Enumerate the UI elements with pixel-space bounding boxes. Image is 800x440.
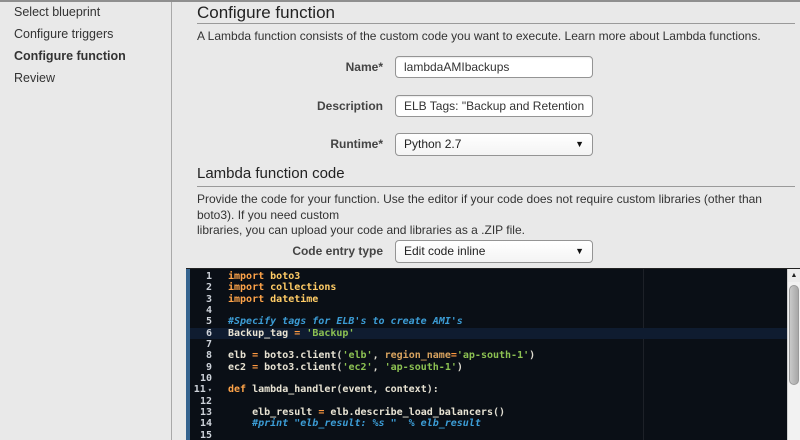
sidebar-item-review[interactable]: Review (0, 68, 171, 90)
fold-arrow-icon[interactable]: ▾ (208, 386, 212, 394)
line-number: 5 (205, 316, 212, 328)
section-divider (197, 23, 795, 24)
code-section-description: Provide the code for your function. Use … (197, 192, 762, 237)
code-text: elb_result = elb.describe_load_balancers… (252, 407, 506, 419)
code-line[interactable]: 8 elb = boto3.client('elb', region_name='… (190, 350, 787, 361)
line-number: 11 ▾ (193, 384, 212, 396)
code-entry-type-select[interactable]: Edit code inline ▼ (395, 240, 593, 263)
runtime-label: Runtime* (330, 137, 383, 151)
line-number: 1 (205, 271, 212, 282)
code-lines[interactable]: 1 import boto3 2 import collections 3 import … (190, 271, 787, 440)
code-line[interactable]: 14 #print "elb_result: %s " % elb_result (190, 418, 787, 429)
sidebar-item-configure-triggers[interactable]: Configure triggers (0, 24, 171, 46)
name-input[interactable] (395, 56, 593, 78)
line-number: 15 (199, 429, 212, 440)
editor-surface[interactable]: 1 import boto3 2 import collections 3 import … (190, 269, 787, 440)
code-text: import boto3 (228, 271, 301, 282)
code-section-title: Lambda function code (197, 165, 345, 182)
page-title: Configure function (197, 3, 335, 22)
code-line[interactable]: 5 #Specify tags for ELB's to create AMI's (190, 316, 787, 327)
code-line[interactable]: 10 (190, 373, 787, 384)
code-line[interactable]: 1 import boto3 (190, 271, 787, 282)
line-number: 8 (205, 350, 212, 362)
main-content: Configure function A Lambda function con… (173, 2, 800, 440)
wizard-sidebar: Select blueprint Configure triggers Conf… (0, 2, 172, 440)
code-line[interactable]: 6 Backup_tag = 'Backup' (190, 327, 787, 340)
editor-scrollbar[interactable]: ▲ (787, 269, 800, 440)
code-entry-type-label: Code entry type (292, 244, 383, 258)
runtime-selected-value: Python 2.7 (404, 137, 462, 151)
code-line[interactable]: 11 ▾ def lambda_handler(event, context): (190, 384, 787, 395)
code-text: import collections (228, 282, 337, 294)
line-number: 3 (205, 293, 212, 305)
sidebar-item-configure-function[interactable]: Configure function (0, 46, 171, 68)
line-number: 13 (199, 407, 212, 419)
code-text: import datetime (228, 293, 319, 305)
code-line[interactable]: 4 (190, 305, 787, 316)
name-label: Name* (345, 60, 383, 74)
code-text: #Specify tags for ELB's to create AMI's (228, 316, 463, 328)
line-number: 6 (205, 327, 212, 339)
code-editor[interactable]: 1 import boto3 2 import collections 3 import … (186, 268, 800, 440)
code-line[interactable]: 2 import collections (190, 282, 787, 293)
code-line[interactable]: 7 (190, 339, 787, 350)
code-line[interactable]: 9 ec2 = boto3.client('ec2', 'ap-south-1') (190, 362, 787, 373)
code-text: Backup_tag = 'Backup' (228, 327, 355, 339)
description-label: Description (316, 99, 383, 113)
sidebar-item-select-blueprint[interactable]: Select blueprint (0, 2, 171, 24)
section-divider (197, 186, 795, 187)
code-line[interactable]: 3 import datetime (190, 294, 787, 305)
code-text: def lambda_handler(event, context): (228, 384, 439, 396)
scrollbar-up-icon[interactable]: ▲ (788, 269, 800, 282)
line-number: 12 (199, 395, 212, 407)
chevron-down-icon: ▼ (575, 139, 584, 149)
runtime-select[interactable]: Python 2.7 ▼ (395, 133, 593, 156)
code-line[interactable]: 15 (190, 430, 787, 440)
scrollbar-thumb[interactable] (789, 285, 799, 385)
line-number: 2 (205, 282, 212, 294)
code-entry-selected-value: Edit code inline (404, 244, 486, 258)
line-number: 4 (205, 305, 212, 317)
code-text: elb = boto3.client('elb', region_name='a… (228, 350, 536, 362)
line-number: 14 (199, 418, 212, 430)
description-input[interactable] (395, 95, 593, 117)
line-number: 10 (199, 373, 212, 385)
code-line[interactable]: 13 elb_result = elb.describe_load_balanc… (190, 407, 787, 418)
line-number: 7 (205, 339, 212, 351)
code-line[interactable]: 12 (190, 396, 787, 407)
code-text: #print "elb_result: %s " % elb_result (252, 418, 481, 430)
code-text: ec2 = boto3.client('ec2', 'ap-south-1') (228, 361, 463, 373)
chevron-down-icon: ▼ (575, 246, 584, 256)
function-section-description: A Lambda function consists of the custom… (197, 29, 761, 43)
line-number: 9 (205, 361, 212, 373)
